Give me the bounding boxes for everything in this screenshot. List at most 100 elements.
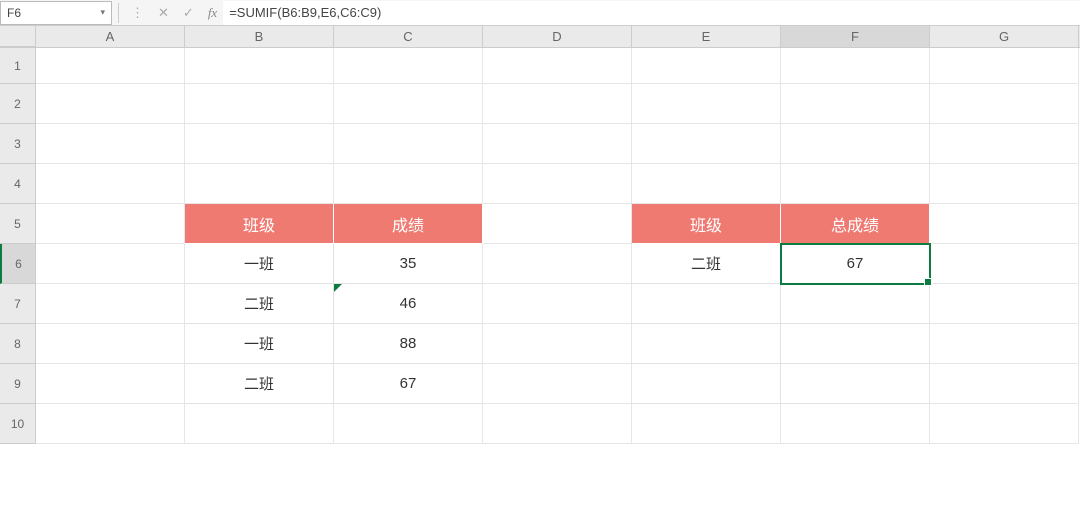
confirm-icon[interactable]: ✓ <box>183 5 194 21</box>
cell-G10[interactable] <box>930 404 1079 444</box>
cell-D8[interactable] <box>483 324 632 364</box>
cell-G8[interactable] <box>930 324 1079 364</box>
cell-F9[interactable] <box>781 364 930 404</box>
cell-G5[interactable] <box>930 204 1079 244</box>
row-7: 7 二班 46 <box>0 284 1080 324</box>
cell-A5[interactable] <box>36 204 185 244</box>
cell-F1[interactable] <box>781 48 930 84</box>
col-header-F[interactable]: F <box>781 26 930 47</box>
cell-D1[interactable] <box>483 48 632 84</box>
cell-A4[interactable] <box>36 164 185 204</box>
cell-B2[interactable] <box>185 84 334 124</box>
cell-A1[interactable] <box>36 48 185 84</box>
cell-D2[interactable] <box>483 84 632 124</box>
col-header-C[interactable]: C <box>334 26 483 47</box>
cell-B9[interactable]: 二班 <box>185 364 334 404</box>
col-header-D[interactable]: D <box>483 26 632 47</box>
cell-D9[interactable] <box>483 364 632 404</box>
formula-icons: ⋮ ✕ ✓ fx <box>125 5 223 21</box>
cell-E5[interactable]: 班级 <box>632 204 781 244</box>
row-header-9[interactable]: 9 <box>0 364 36 404</box>
col-header-B[interactable]: B <box>185 26 334 47</box>
spreadsheet-grid[interactable]: A B C D E F G 1 2 3 4 <box>0 26 1080 528</box>
cell-C6[interactable]: 35 <box>334 244 483 284</box>
row-header-3[interactable]: 3 <box>0 124 36 164</box>
cell-D5[interactable] <box>483 204 632 244</box>
cell-B5[interactable]: 班级 <box>185 204 334 244</box>
cell-F2[interactable] <box>781 84 930 124</box>
cell-A6[interactable] <box>36 244 185 284</box>
cell-E1[interactable] <box>632 48 781 84</box>
cell-D3[interactable] <box>483 124 632 164</box>
cell-B1[interactable] <box>185 48 334 84</box>
cell-D6[interactable] <box>483 244 632 284</box>
row-header-2[interactable]: 2 <box>0 84 36 124</box>
fx-icon[interactable]: fx <box>208 5 217 21</box>
row-8: 8 一班 88 <box>0 324 1080 364</box>
row-header-4[interactable]: 4 <box>0 164 36 204</box>
col-header-E[interactable]: E <box>632 26 781 47</box>
cell-B10[interactable] <box>185 404 334 444</box>
cell-C3[interactable] <box>334 124 483 164</box>
cancel-icon[interactable]: ✕ <box>158 5 169 21</box>
cell-F3[interactable] <box>781 124 930 164</box>
cell-C1[interactable] <box>334 48 483 84</box>
dropdown-icon[interactable]: ▾ <box>100 7 105 18</box>
cell-A9[interactable] <box>36 364 185 404</box>
cell-F4[interactable] <box>781 164 930 204</box>
cell-F10[interactable] <box>781 404 930 444</box>
col-header-A[interactable]: A <box>36 26 185 47</box>
cell-D4[interactable] <box>483 164 632 204</box>
cell-G9[interactable] <box>930 364 1079 404</box>
cell-B6[interactable]: 一班 <box>185 244 334 284</box>
row-header-5[interactable]: 5 <box>0 204 36 244</box>
cell-C7[interactable]: 46 <box>334 284 483 324</box>
select-all-corner[interactable] <box>0 26 36 47</box>
cell-E8[interactable] <box>632 324 781 364</box>
formula-input[interactable] <box>223 1 1080 25</box>
cell-B8[interactable]: 一班 <box>185 324 334 364</box>
cell-C10[interactable] <box>334 404 483 444</box>
cell-C9[interactable]: 67 <box>334 364 483 404</box>
cell-G1[interactable] <box>930 48 1079 84</box>
row-header-6[interactable]: 6 <box>0 244 36 284</box>
cell-F7[interactable] <box>781 284 930 324</box>
cell-F5[interactable]: 总成绩 <box>781 204 930 244</box>
cell-A8[interactable] <box>36 324 185 364</box>
cell-G3[interactable] <box>930 124 1079 164</box>
cell-G4[interactable] <box>930 164 1079 204</box>
cell-G2[interactable] <box>930 84 1079 124</box>
cell-E3[interactable] <box>632 124 781 164</box>
cell-E9[interactable] <box>632 364 781 404</box>
cell-A2[interactable] <box>36 84 185 124</box>
cell-C4[interactable] <box>334 164 483 204</box>
name-box[interactable]: F6 ▾ <box>0 1 112 25</box>
cell-D10[interactable] <box>483 404 632 444</box>
cell-A10[interactable] <box>36 404 185 444</box>
cell-C2[interactable] <box>334 84 483 124</box>
cell-F8[interactable] <box>781 324 930 364</box>
row-header-8[interactable]: 8 <box>0 324 36 364</box>
row-header-10[interactable]: 10 <box>0 404 36 444</box>
cell-B3[interactable] <box>185 124 334 164</box>
cell-A3[interactable] <box>36 124 185 164</box>
cell-E6[interactable]: 二班 <box>632 244 781 284</box>
cell-C5[interactable]: 成绩 <box>334 204 483 244</box>
cell-E10[interactable] <box>632 404 781 444</box>
cell-C8[interactable]: 88 <box>334 324 483 364</box>
divider <box>118 3 119 23</box>
cell-B7[interactable]: 二班 <box>185 284 334 324</box>
col-header-G[interactable]: G <box>930 26 1079 47</box>
cell-G7[interactable] <box>930 284 1079 324</box>
cell-A7[interactable] <box>36 284 185 324</box>
cell-E4[interactable] <box>632 164 781 204</box>
cell-E2[interactable] <box>632 84 781 124</box>
cell-E7[interactable] <box>632 284 781 324</box>
row-header-1[interactable]: 1 <box>0 48 36 84</box>
cell-G6[interactable] <box>930 244 1079 284</box>
dots-icon[interactable]: ⋮ <box>131 5 144 21</box>
cell-D7[interactable] <box>483 284 632 324</box>
cell-B4[interactable] <box>185 164 334 204</box>
row-header-7[interactable]: 7 <box>0 284 36 324</box>
cell-F6[interactable]: 67 <box>781 244 930 284</box>
